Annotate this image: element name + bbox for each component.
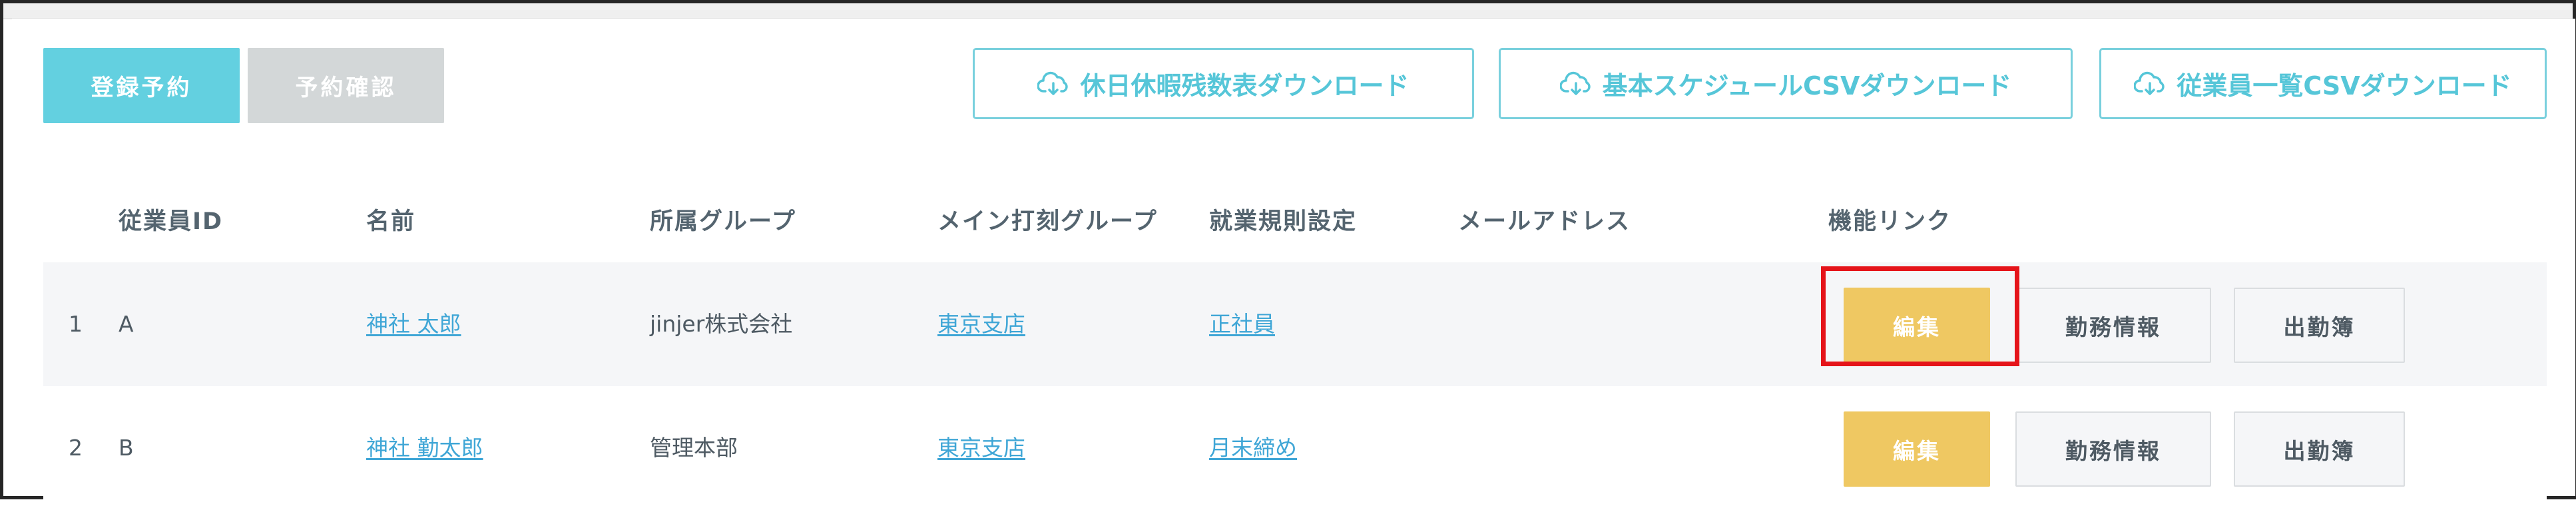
cloud-download-icon <box>1559 71 1591 95</box>
work-rule-link[interactable]: 正社員 <box>1209 262 1275 386</box>
header-employee-id: 従業員ID <box>119 208 224 235</box>
header-email: メールアドレス <box>1458 208 1631 235</box>
download-schedule-csv-label: 基本スケジュールCSVダウンロード <box>1602 71 2012 101</box>
header-name: 名前 <box>366 208 416 235</box>
work-info-button[interactable]: 勤務情報 <box>2015 288 2211 363</box>
cloud-download-icon <box>1037 71 1069 95</box>
download-holiday-balance-label: 休日休暇残数表ダウンロード <box>1080 71 1410 101</box>
employee-id: B <box>119 435 134 461</box>
group-name: 管理本部 <box>650 435 738 461</box>
clock-group-link[interactable]: 東京支店 <box>937 262 1025 386</box>
cloud-download-icon <box>2134 71 2165 95</box>
download-employee-csv-label: 従業員一覧CSVダウンロード <box>2177 71 2512 101</box>
top-band <box>3 3 2573 19</box>
employee-name-link[interactable]: 神社 太郎 <box>366 262 461 386</box>
attendance-book-button[interactable]: 出勤簿 <box>2234 288 2405 363</box>
confirm-reservation-button[interactable]: 予約確認 <box>248 48 444 123</box>
download-holiday-balance-button[interactable]: 休日休暇残数表ダウンロード <box>973 48 1474 119</box>
work-rule-link[interactable]: 月末締め <box>1209 386 1297 510</box>
highlight-box <box>1821 266 2019 366</box>
header-links: 機能リンク <box>1828 208 1952 235</box>
header-group: 所属グループ <box>650 208 796 235</box>
header-clock-group: メイン打刻グループ <box>937 208 1158 235</box>
header-work-rule: 就業規則設定 <box>1209 208 1358 235</box>
employee-list-panel: 登録予約 予約確認 休日休暇残数表ダウンロード 基本スケジュールCSVダウンロー… <box>12 19 2575 510</box>
download-schedule-csv-button[interactable]: 基本スケジュールCSVダウンロード <box>1499 48 2073 119</box>
download-employee-csv-button[interactable]: 従業員一覧CSVダウンロード <box>2099 48 2547 119</box>
attendance-book-button[interactable]: 出勤簿 <box>2234 411 2405 487</box>
row-index: 1 <box>69 311 83 337</box>
employee-name-link[interactable]: 神社 勤太郎 <box>366 386 483 510</box>
group-name: jinjer株式会社 <box>650 311 793 337</box>
table-row: 2 B 神社 勤太郎 管理本部 東京支店 月末締め 編集 勤務情報 出勤簿 <box>43 386 2547 510</box>
table-row: 1 A 神社 太郎 jinjer株式会社 東京支店 正社員 編集 勤務情報 出勤… <box>43 262 2547 386</box>
row-index: 2 <box>69 435 83 461</box>
edit-button[interactable]: 編集 <box>1844 411 1990 487</box>
clock-group-link[interactable]: 東京支店 <box>937 386 1025 510</box>
employee-id: A <box>119 311 134 337</box>
register-reservation-button[interactable]: 登録予約 <box>43 48 240 123</box>
work-info-button[interactable]: 勤務情報 <box>2015 411 2211 487</box>
